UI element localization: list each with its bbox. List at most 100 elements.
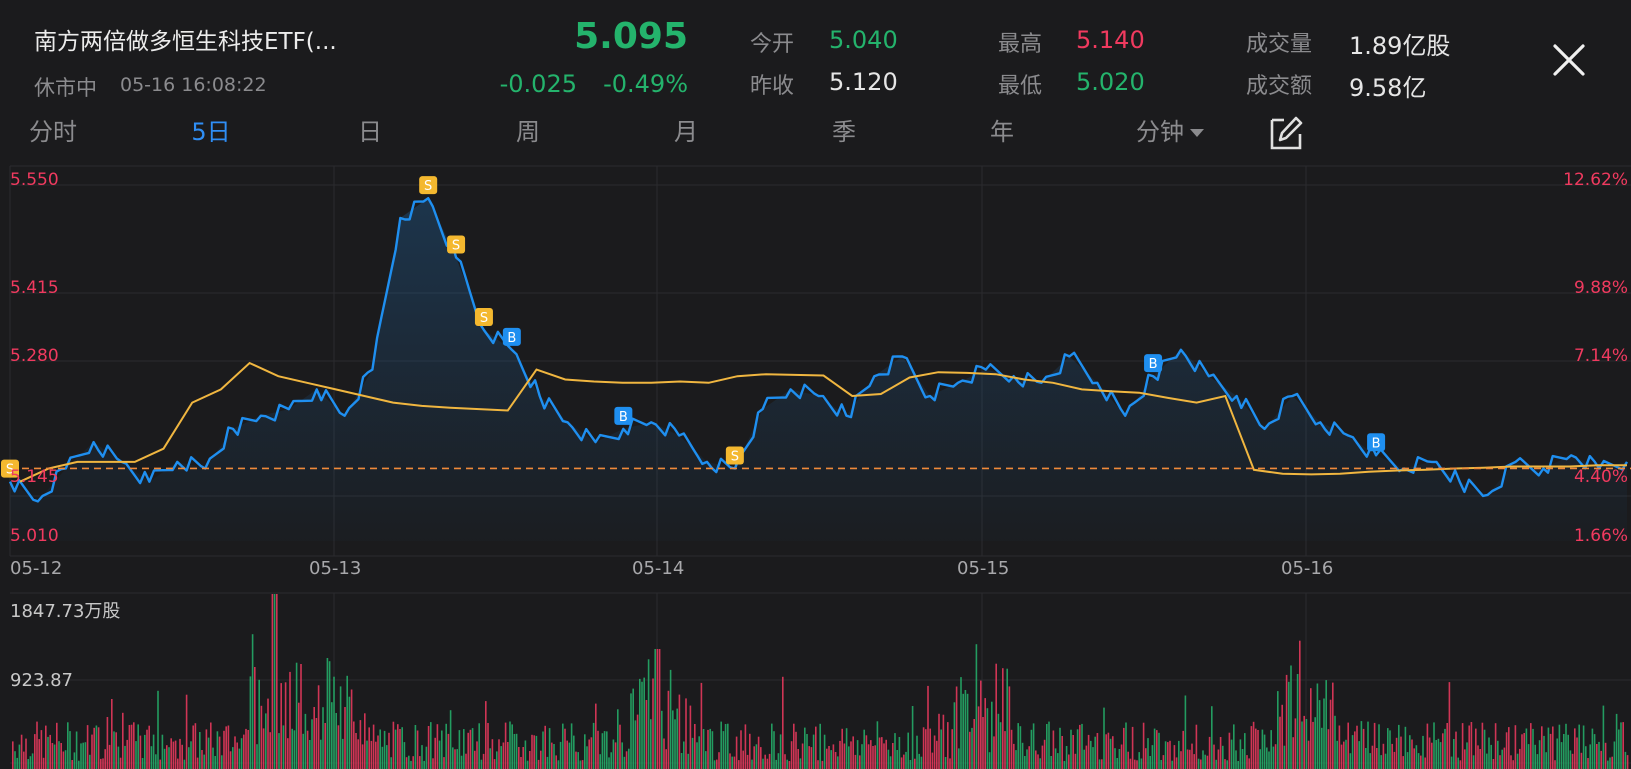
volume-bar (753, 746, 755, 769)
sell-marker[interactable]: S (419, 176, 438, 195)
volume-bar (89, 754, 91, 769)
volume-bar (716, 759, 718, 769)
sell-marker[interactable]: S (447, 235, 466, 254)
buy-marker[interactable]: B (614, 406, 633, 425)
volume-bar (1252, 721, 1255, 769)
volume-bar (1411, 739, 1413, 769)
volume-bar (1512, 760, 1514, 769)
volume-bar (830, 750, 832, 769)
volume-bar (630, 693, 632, 769)
volume-bar (570, 723, 573, 769)
volume-bar (1272, 746, 1275, 769)
volume-bar (867, 744, 870, 769)
volume-bar (258, 679, 260, 769)
volume-bar (485, 701, 487, 769)
volume-bar (810, 747, 813, 769)
volume-bar (478, 723, 480, 769)
volume-bar (93, 727, 95, 769)
volume-bar (933, 735, 936, 769)
volume-bar (1618, 729, 1620, 769)
buy-marker[interactable]: B (1367, 433, 1386, 452)
volume-bar (317, 685, 320, 769)
volume-bar (152, 734, 155, 769)
volume-bar (12, 741, 14, 769)
volume-bar (821, 760, 824, 769)
volume-bar (991, 701, 993, 769)
volume-bar (1233, 724, 1235, 769)
volume-bar (221, 755, 223, 769)
volume-bar (1604, 742, 1607, 769)
sell-marker[interactable]: S (474, 308, 493, 327)
volume-bar (342, 738, 344, 769)
volume-bar (1182, 730, 1184, 769)
volume-bar (1420, 755, 1422, 769)
volume-bar (273, 594, 276, 769)
volume-bar (1398, 724, 1400, 769)
volume-bar (1158, 732, 1160, 769)
volume-bar (936, 740, 938, 769)
volume-bar (425, 746, 428, 769)
volume-bar (1488, 737, 1490, 769)
volume-bar (454, 749, 456, 769)
volume-bar (1050, 756, 1052, 769)
volume-bar (188, 747, 190, 769)
volume-bar (331, 702, 333, 769)
volume-bar (551, 742, 553, 769)
volume-bar (665, 749, 667, 769)
volume-bar (841, 728, 843, 769)
volume-bar (377, 735, 379, 769)
volume-bar (359, 720, 362, 769)
volume-bar (1140, 758, 1143, 769)
sell-marker[interactable]: S (725, 446, 744, 465)
volume-bar (1283, 745, 1286, 769)
volume-bar (1303, 715, 1305, 769)
volume-bar (201, 750, 203, 769)
volume-bar (773, 731, 775, 769)
volume-bar (608, 757, 610, 769)
volume-bar (500, 746, 502, 769)
volume-bar (1087, 734, 1090, 769)
volume-bar (654, 649, 656, 769)
volume-bar (1409, 735, 1411, 769)
volume-bar (14, 751, 16, 769)
volume-bar (645, 700, 648, 769)
volume-bar (881, 737, 883, 769)
volume-bar (322, 707, 324, 769)
volume-bar (1347, 722, 1349, 769)
volume-bar (927, 685, 929, 769)
volume-bar (771, 723, 773, 769)
price-chart[interactable]: SSSSBBSBB5.5505.4155.2805.1455.01012.62%… (0, 0, 1631, 769)
volume-bar (749, 733, 751, 769)
buy-marker[interactable]: B (502, 327, 521, 346)
volume-bar (940, 729, 942, 769)
volume-bar (269, 732, 271, 769)
volume-bar (38, 739, 40, 769)
volume-bar (1332, 682, 1334, 769)
volume-bar (757, 736, 760, 769)
volume-bar (1371, 745, 1374, 769)
volume-bar (859, 755, 861, 769)
volume-bar (621, 742, 623, 769)
volume-bar (100, 758, 102, 769)
volume-bar (60, 743, 62, 769)
volume-bar (234, 736, 236, 769)
volume-bar (526, 760, 529, 769)
volume-bar (293, 730, 296, 769)
volume-bar (1054, 748, 1057, 769)
volume-bar (887, 749, 890, 769)
volume-bar (427, 726, 430, 769)
volume-bar (944, 757, 947, 769)
volume-bar (56, 722, 58, 769)
volume-bar (364, 713, 366, 769)
buy-marker[interactable]: B (1144, 354, 1163, 373)
volume-bar (190, 741, 192, 769)
y-label-right: 1.66% (1574, 526, 1628, 546)
volume-bar (1536, 754, 1539, 769)
volume-bar (1360, 721, 1363, 769)
volume-bar (456, 749, 458, 769)
volume-bar (601, 733, 604, 769)
volume-mid-label: 923.87 (10, 670, 73, 691)
volume-bar (1578, 724, 1580, 769)
volume-bar (1569, 750, 1572, 769)
volume-bar (1497, 740, 1499, 769)
